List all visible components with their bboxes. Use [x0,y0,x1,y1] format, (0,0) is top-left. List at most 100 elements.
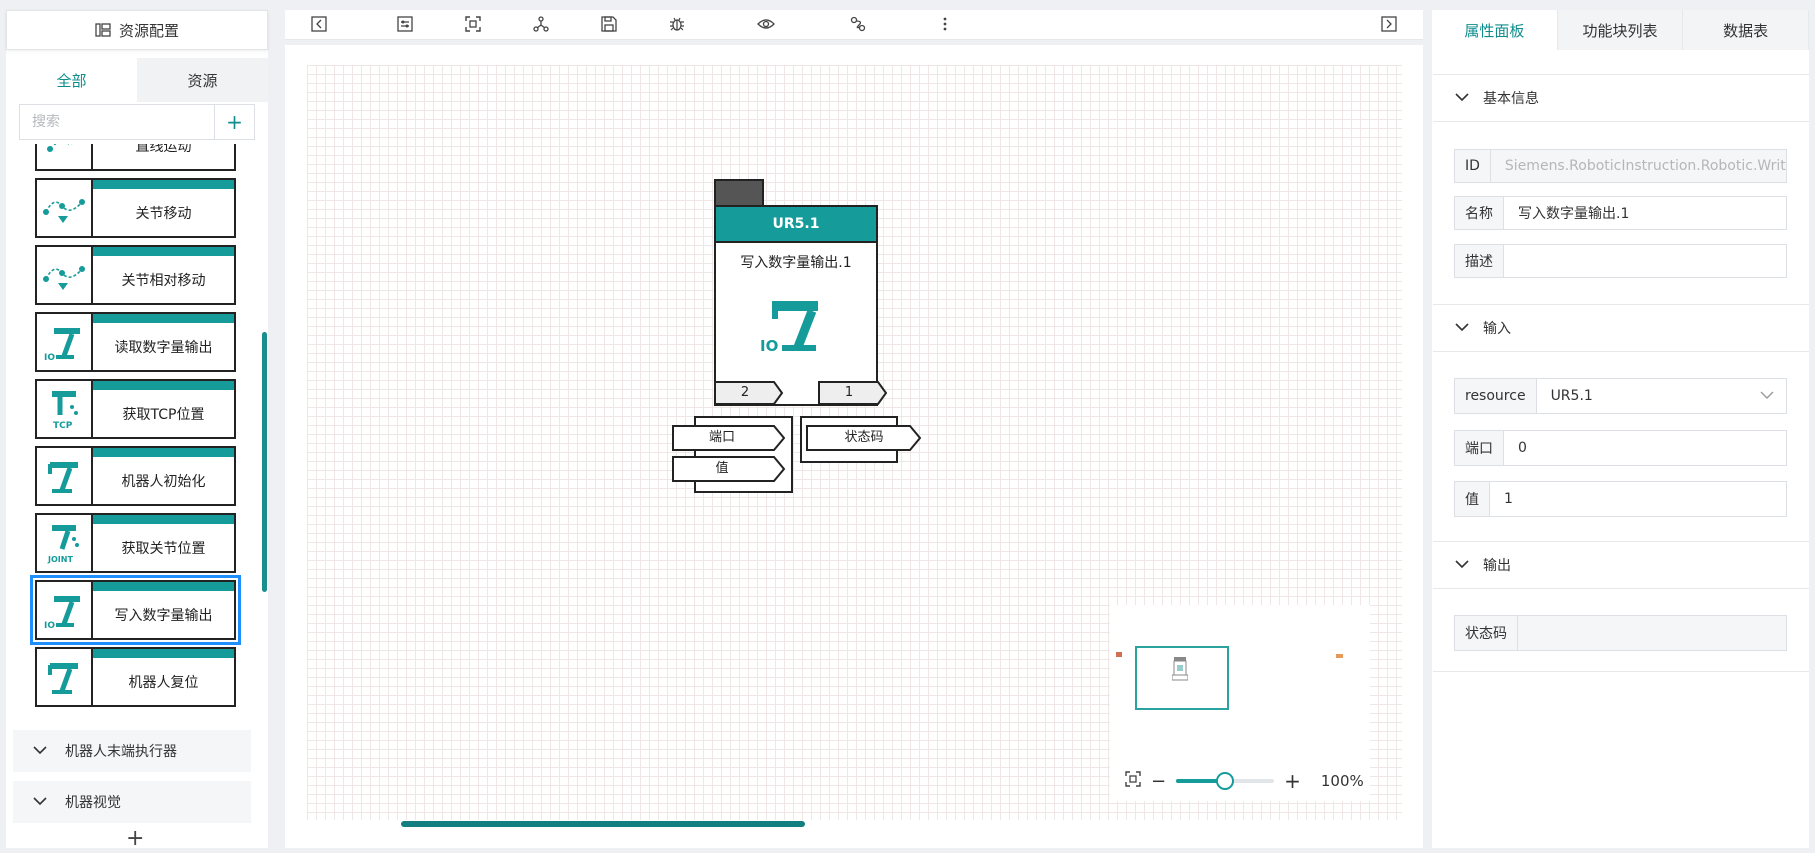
robot-arm-icon [37,448,93,504]
collapse-right-icon[interactable] [1381,16,1399,34]
more-vertical-icon[interactable] [937,16,955,34]
io-robot-icon: IO [760,295,824,359]
fit-view-icon[interactable] [465,16,483,34]
resource-select[interactable]: UR5.1 [1537,379,1786,413]
block-item-write-do[interactable]: IO 写入数字量输出 [30,575,241,645]
section-title: 输入 [1483,321,1511,337]
svg-text:IO: IO [44,621,55,630]
field-resource: resource UR5.1 [1454,378,1787,414]
block-label: 机器人复位 [128,674,199,691]
zoom-out-button[interactable]: − [1151,771,1166,792]
tcp-robot-icon: TCP [37,381,93,437]
joint-relative-move-icon [37,247,93,303]
svg-text:IO: IO [44,353,55,362]
minimap-viewport[interactable] [1135,646,1229,710]
field-port: 端口 0 [1454,430,1787,466]
minimap-marker [1116,652,1122,657]
connect-icon[interactable] [850,16,868,34]
input-pin-value[interactable]: 值 [672,456,786,482]
block-label: 机器人初始化 [121,473,206,490]
settings-sliders-icon[interactable] [397,16,415,34]
resource-select-value: UR5.1 [1550,388,1593,404]
category-machine-vision[interactable]: 机器视觉 [13,781,251,823]
section-title: 输出 [1483,558,1511,574]
panel-divider [1433,671,1809,672]
block-item-linear-motion[interactable]: 直线运动 [35,144,236,171]
chevron-down-icon [33,743,47,759]
resource-config-icon [95,23,111,37]
section-input[interactable]: 输入 [1433,304,1809,352]
block-list: 直线运动 关节移动 关节相对移动 IO 读取数字量输出 TCP 获取TCP位置 [6,144,268,717]
field-label: ID [1455,150,1491,182]
port-input[interactable]: 0 [1504,431,1786,465]
block-resource-title: UR5.1 [716,207,876,243]
block-label: 获取TCP位置 [122,406,205,423]
search-input[interactable] [20,105,214,139]
minimap-block [1171,657,1189,681]
tab-function-blocks[interactable]: 功能块列表 [1557,10,1684,50]
property-panel: 属性面板 功能块列表 数据表 基本信息 ID Siemens.RoboticIn… [1432,10,1810,848]
left-count-pin[interactable]: 2 [714,381,784,405]
block-list-scrollbar[interactable] [262,332,267,592]
zoom-slider-handle[interactable] [1216,772,1235,790]
block-item-read-do[interactable]: IO 读取数字量输出 [35,312,236,372]
chevron-down-icon [1455,90,1469,106]
debug-bug-icon[interactable] [669,16,687,34]
tab-data-table[interactable]: 数据表 [1683,10,1810,50]
name-input[interactable]: 写入数字量输出.1 [1504,197,1786,229]
block-item-joint-move[interactable]: 关节移动 [35,178,236,238]
section-basic-info[interactable]: 基本信息 [1433,74,1809,122]
status-code-value [1518,616,1786,650]
save-icon[interactable] [601,16,619,34]
function-block-write-do[interactable]: UR5.1 写入数字量输出.1 IO 2 1 [714,205,888,406]
block-item-robot-reset[interactable]: 机器人复位 [35,647,236,707]
io-robot-icon: IO [37,582,93,638]
fit-view-icon[interactable] [1125,771,1141,791]
description-input[interactable] [1504,245,1786,277]
svg-text:JOINT: JOINT [47,555,73,564]
editor-canvas[interactable]: UR5.1 写入数字量输出.1 IO 2 1 端口 值 状态码 − + 100% [285,45,1423,848]
tab-all[interactable]: 全部 [6,58,137,102]
block-item-get-tcp[interactable]: TCP 获取TCP位置 [35,379,236,439]
right-tabs: 属性面板 功能块列表 数据表 [1432,10,1810,50]
add-category-button[interactable]: + [126,826,144,851]
svg-text:IO: IO [760,337,778,355]
resource-config-title: 资源配置 [118,21,179,40]
network-icon[interactable] [533,16,551,34]
output-pin-status[interactable]: 状态码 [806,425,922,451]
block-label: 写入数字量输出 [114,607,213,624]
section-output[interactable]: 输出 [1433,541,1809,589]
value-input[interactable]: 1 [1490,482,1786,516]
add-resource-button[interactable]: + [214,105,254,139]
editor-toolbar [285,10,1423,40]
right-count-pin[interactable]: 1 [818,381,888,405]
field-name: 名称 写入数字量输出.1 [1454,196,1787,230]
field-label: resource [1455,379,1537,413]
chevron-down-icon [33,794,47,810]
preview-eye-icon[interactable] [757,16,775,34]
canvas-horizontal-scrollbar[interactable] [401,821,805,827]
resource-config-header: 资源配置 [6,10,268,50]
block-label: 关节相对移动 [121,272,206,289]
input-pin-port[interactable]: 端口 [672,425,786,451]
block-item-joint-relative-move[interactable]: 关节相对移动 [35,245,236,305]
block-label: 直线运动 [135,144,192,155]
minimap-marker [1336,654,1343,658]
tab-resources[interactable]: 资源 [137,58,268,102]
chevron-down-icon [1455,557,1469,573]
zoom-controls: − + 100% [1125,769,1364,793]
zoom-in-button[interactable]: + [1284,769,1301,793]
field-description: 描述 [1454,244,1787,278]
chevron-down-icon [1455,320,1469,336]
block-item-robot-init[interactable]: 机器人初始化 [35,446,236,506]
block-item-get-joint[interactable]: JOINT 获取关节位置 [35,513,236,573]
zoom-level: 100% [1320,772,1364,790]
category-end-effector[interactable]: 机器人末端执行器 [13,730,251,772]
tab-properties[interactable]: 属性面板 [1432,10,1558,50]
output-pin-label: 状态码 [844,430,884,445]
collapse-left-icon[interactable] [311,16,329,34]
section-title: 基本信息 [1483,91,1539,107]
field-label: 状态码 [1455,616,1518,650]
field-label: 端口 [1455,431,1504,465]
zoom-slider[interactable] [1176,772,1275,790]
